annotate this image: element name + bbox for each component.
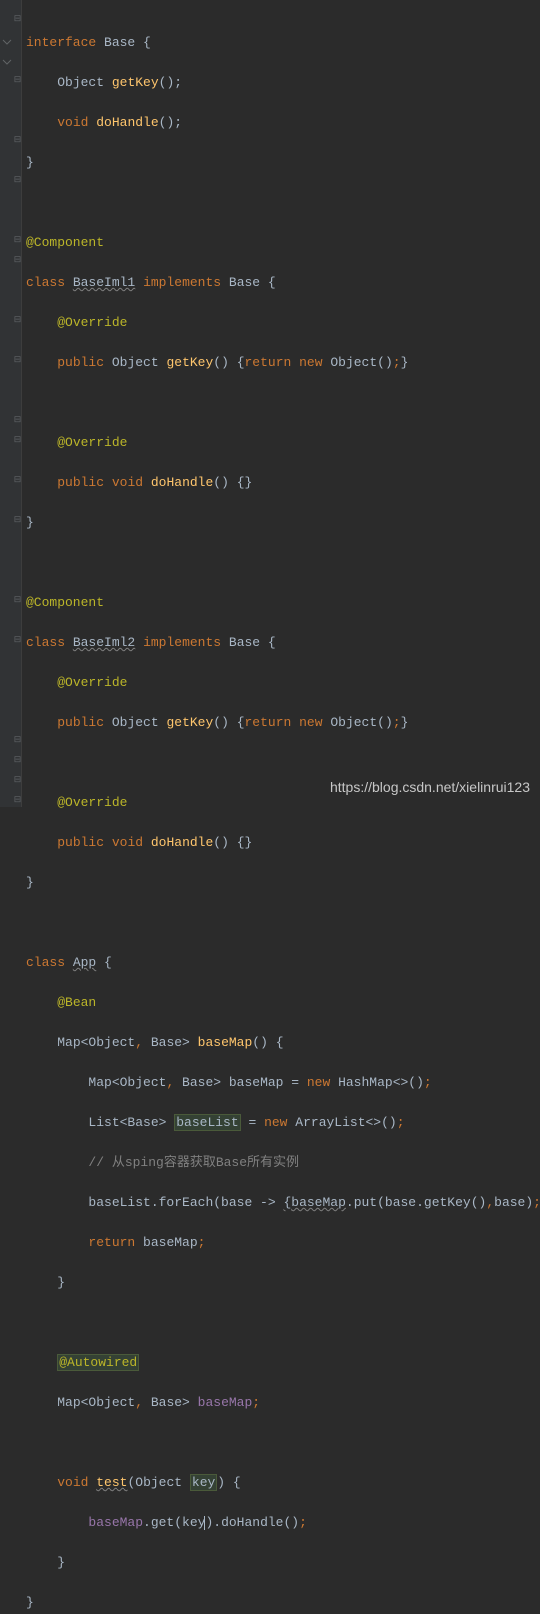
code-editor[interactable]: interface Base { Object getKey(); void d… [26,13,540,1614]
code-line: class BaseIml2 implements Base { [26,633,540,653]
code-line: Map<Object, Base> baseMap; [26,1393,540,1413]
code-line: baseList.forEach(base -> {baseMap.put(ba… [26,1193,540,1213]
fold-close-icon[interactable]: ⊟ [13,435,22,444]
code-line: @Bean [26,993,540,1013]
code-line: @Override [26,433,540,453]
code-line: @Override [26,673,540,693]
code-line: } [26,1593,540,1613]
code-line: } [26,513,540,533]
fold-icon[interactable]: ⊟ [13,475,22,484]
code-line: Object getKey(); [26,73,540,93]
code-line: public Object getKey() {return new Objec… [26,713,540,733]
fold-icon[interactable]: ⊟ [13,135,22,144]
fold-close-icon[interactable]: ⊟ [13,775,22,784]
code-line: public Object getKey() {return new Objec… [26,353,540,373]
editor-gutter: ⊟ ⊟ ⊟ ⊟ ⊟ ⊟ ⊟ ⊟ ⊟ ⊟ ⊟ ⊟ ⊟ ⊟ ⊟ ⊟ ⊟ ⊟ [0,0,22,807]
code-line: Map<Object, Base> baseMap() { [26,1033,540,1053]
fold-icon[interactable]: ⊟ [13,755,22,764]
code-line: @Autowired [26,1353,540,1373]
code-line: interface Base { [26,33,540,53]
code-line: return baseMap; [26,1233,540,1253]
watermark-text: https://blog.csdn.net/xielinrui123 [330,777,530,797]
code-line: } [26,1273,540,1293]
fold-icon[interactable]: ⊟ [13,595,22,604]
code-line: class BaseIml1 implements Base { [26,273,540,293]
impl-icon[interactable] [2,54,14,66]
code-line: @Override [26,313,540,333]
code-line: @Component [26,233,540,253]
fold-icon[interactable]: ⊟ [13,415,22,424]
code-line: void doHandle(); [26,113,540,133]
code-line: // 从sping容器获取Base所有实例 [26,1153,540,1173]
code-line: public void doHandle() {} [26,473,540,493]
fold-icon[interactable]: ⊟ [13,735,22,744]
code-line: public void doHandle() {} [26,833,540,853]
fold-icon[interactable]: ⊟ [13,355,22,364]
fold-close-icon[interactable]: ⊟ [13,635,22,644]
impl-icon[interactable] [2,34,14,46]
code-line: @Component [26,593,540,613]
code-line: } [26,873,540,893]
code-line: void test(Object key) { [26,1473,540,1493]
fold-icon[interactable]: ⊟ [13,315,22,324]
code-line: } [26,153,540,173]
code-line: } [26,1553,540,1573]
code-line: class App { [26,953,540,973]
fold-close-icon[interactable]: ⊟ [13,795,22,804]
fold-icon[interactable]: ⊟ [13,515,22,524]
fold-icon[interactable]: ⊟ [13,14,22,23]
code-line: baseMap.get(key).doHandle(); [26,1513,540,1533]
code-line: Map<Object, Base> baseMap = new HashMap<… [26,1073,540,1093]
fold-icon[interactable]: ⊟ [13,175,22,184]
code-line: List<Base> baseList = new ArrayList<>(); [26,1113,540,1133]
fold-close-icon[interactable]: ⊟ [13,255,22,264]
fold-icon[interactable]: ⊟ [13,235,22,244]
fold-close-icon[interactable]: ⊟ [13,75,22,84]
